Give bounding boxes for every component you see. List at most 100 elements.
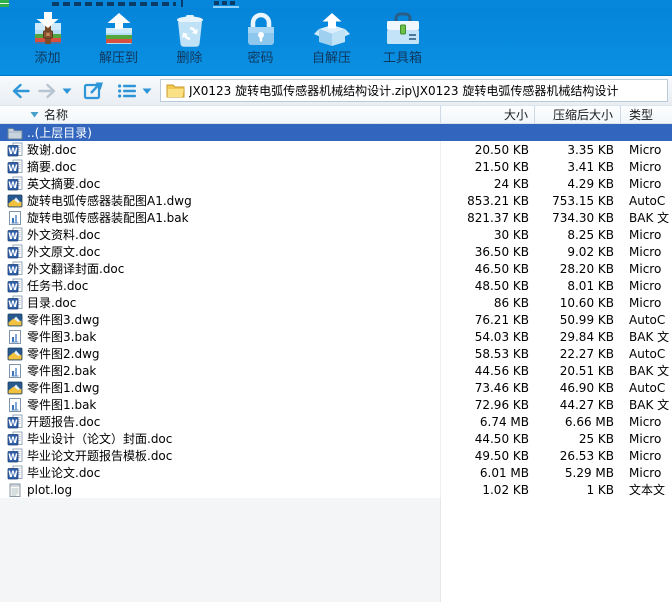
table-row[interactable]: plot.log 1.02 KB 1 KB 文本文	[0, 481, 672, 498]
table-row[interactable]: ..(上层目录)	[0, 124, 672, 141]
file-name: 外文原文.doc	[27, 245, 101, 259]
app-logo-icon	[0, 0, 9, 7]
toolbar-button-label: 删除	[176, 51, 203, 66]
file-type: Micro	[629, 414, 662, 429]
table-row[interactable]: W 外文翻译封面.doc 46.50 KB 28.20 KB Micro	[0, 260, 672, 277]
table-row[interactable]: 零件图2.bak 44.56 KB 20.51 KB BAK 文	[0, 362, 672, 379]
titlebar-text-fragment	[52, 2, 176, 6]
table-row[interactable]: W 英文摘要.doc 24 KB 4.29 KB Micro	[0, 175, 672, 192]
file-name: 零件图2.dwg	[27, 347, 100, 361]
column-header-name[interactable]: 名称	[0, 106, 441, 123]
table-row[interactable]: W 毕业论文开题报告模板.doc 49.50 KB 26.53 KB Micro	[0, 447, 672, 464]
file-name: 外文翻译封面.doc	[27, 262, 125, 276]
file-size: 54.03 KB	[474, 329, 529, 344]
file-packed-size	[535, 124, 621, 141]
file-name: 零件图3.dwg	[27, 313, 100, 327]
file-packed-size: 26.53 KB	[559, 448, 614, 463]
table-row[interactable]: W 外文资料.doc 30 KB 8.25 KB Micro	[0, 226, 672, 243]
table-row[interactable]: 零件图3.dwg 76.21 KB 50.99 KB AutoC	[0, 311, 672, 328]
column-header-label: 大小	[503, 108, 528, 122]
toolbar-button[interactable]: 添加	[12, 9, 83, 73]
file-size: 6.01 MB	[479, 465, 529, 480]
table-row[interactable]: W 毕业论文.doc 6.01 MB 5.29 MB Micro	[0, 464, 672, 481]
toolbar-button-label: 密码	[247, 51, 274, 66]
file-size: 21.50 KB	[474, 159, 529, 174]
toolbar-button[interactable]: 自解压	[296, 9, 367, 73]
name-column-empty-area	[0, 498, 441, 602]
file-packed-size: 753.15 KB	[552, 193, 614, 208]
file-size: 44.56 KB	[474, 363, 529, 378]
table-row[interactable]: 旋转电弧传感器装配图A1.bak 821.37 KB 734.30 KB BAK…	[0, 209, 672, 226]
file-type: BAK 文	[629, 211, 670, 225]
file-size: 20.50 KB	[474, 142, 529, 157]
word-doc-icon: W	[7, 159, 23, 175]
file-size: 58.53 KB	[474, 346, 529, 361]
word-doc-icon: W	[7, 278, 23, 294]
file-packed-size: 9.02 KB	[567, 244, 614, 259]
toolbar-button[interactable]: 密码	[225, 9, 296, 73]
table-row[interactable]: W 外文原文.doc 36.50 KB 9.02 KB Micro	[0, 243, 672, 260]
file-name: 毕业论文.doc	[27, 466, 101, 480]
word-doc-icon: W	[7, 431, 23, 447]
table-row[interactable]: W 开题报告.doc 6.74 MB 6.66 MB Micro	[0, 413, 672, 430]
history-dropdown-icon[interactable]	[60, 79, 74, 103]
back-button[interactable]	[8, 79, 34, 103]
view-mode-dropdown-icon[interactable]	[140, 79, 154, 103]
file-type	[621, 124, 672, 141]
column-header-packed-size[interactable]: 压缩后大小	[535, 106, 621, 123]
archive-path: JX0123 旋转电弧传感器机械结构设计.zip\JX0123 旋转电弧传感器机…	[189, 84, 619, 98]
forward-button[interactable]	[34, 79, 60, 103]
table-row[interactable]: 零件图3.bak 54.03 KB 29.84 KB BAK 文	[0, 328, 672, 345]
file-packed-size: 5.29 MB	[564, 465, 614, 480]
toolbar-button[interactable]: 工具箱	[367, 9, 438, 73]
file-type: AutoC	[629, 312, 666, 327]
toolbar-button-label: 自解压	[311, 51, 351, 66]
svg-text:W: W	[8, 248, 18, 258]
address-bar[interactable]: JX0123 旋转电弧传感器机械结构设计.zip\JX0123 旋转电弧传感器机…	[160, 79, 668, 102]
file-type: Micro	[629, 142, 662, 157]
table-row[interactable]: W 任务书.doc 48.50 KB 8.01 KB Micro	[0, 277, 672, 294]
toolbar-button[interactable]: 解压到	[83, 9, 154, 73]
file-name: 开题报告.doc	[27, 415, 101, 429]
toolbar-button-label: 工具箱	[382, 51, 422, 66]
file-name: 毕业设计（论文）封面.doc	[27, 432, 173, 446]
file-name: 毕业论文开题报告模板.doc	[27, 449, 173, 463]
table-row[interactable]: 旋转电弧传感器装配图A1.dwg 853.21 KB 753.15 KB Aut…	[0, 192, 672, 209]
dwg-drawing-icon	[7, 193, 23, 209]
file-packed-size: 28.20 KB	[559, 261, 614, 276]
svg-text:W: W	[8, 435, 18, 445]
file-type: Micro	[629, 244, 662, 259]
file-name: ..(上层目录)	[27, 126, 92, 140]
table-row[interactable]: 零件图2.dwg 58.53 KB 22.27 KB AutoC	[0, 345, 672, 362]
file-type: Micro	[629, 431, 662, 446]
file-packed-size: 22.27 KB	[559, 346, 614, 361]
file-type: AutoC	[629, 380, 666, 395]
bak-file-icon	[7, 329, 23, 345]
table-row[interactable]: W 摘要.doc 21.50 KB 3.41 KB Micro	[0, 158, 672, 175]
word-doc-icon: W	[7, 227, 23, 243]
table-row[interactable]: W 目录.doc 86 KB 10.60 KB Micro	[0, 294, 672, 311]
open-archive-icon[interactable]	[80, 79, 108, 103]
folder-open-icon	[166, 83, 185, 98]
word-doc-icon: W	[7, 244, 23, 260]
file-size: 46.50 KB	[474, 261, 529, 276]
file-packed-size: 3.41 KB	[567, 159, 614, 174]
file-name: 旋转电弧传感器装配图A1.dwg	[27, 194, 192, 208]
file-type: Micro	[629, 176, 662, 191]
toolbar-button[interactable]: 删除	[154, 9, 225, 73]
table-row[interactable]: W 毕业设计（论文）封面.doc 44.50 KB 25 KB Micro	[0, 430, 672, 447]
column-header-type[interactable]: 类型	[621, 106, 672, 123]
file-packed-size: 20.51 KB	[559, 363, 614, 378]
view-mode-list-icon[interactable]	[114, 79, 140, 103]
column-header-size[interactable]: 大小	[441, 106, 535, 123]
table-row[interactable]: 零件图1.bak 72.96 KB 44.27 KB BAK 文	[0, 396, 672, 413]
file-size: 44.50 KB	[474, 431, 529, 446]
file-type: BAK 文	[629, 330, 670, 344]
table-row[interactable]: 零件图1.dwg 73.46 KB 46.90 KB AutoC	[0, 379, 672, 396]
file-type: Micro	[629, 159, 662, 174]
password-lock-icon	[240, 11, 282, 51]
table-row[interactable]: W 致谢.doc 20.50 KB 3.35 KB Micro	[0, 141, 672, 158]
bak-file-icon	[7, 363, 23, 379]
file-packed-size: 50.99 KB	[559, 312, 614, 327]
file-size: 36.50 KB	[474, 244, 529, 259]
